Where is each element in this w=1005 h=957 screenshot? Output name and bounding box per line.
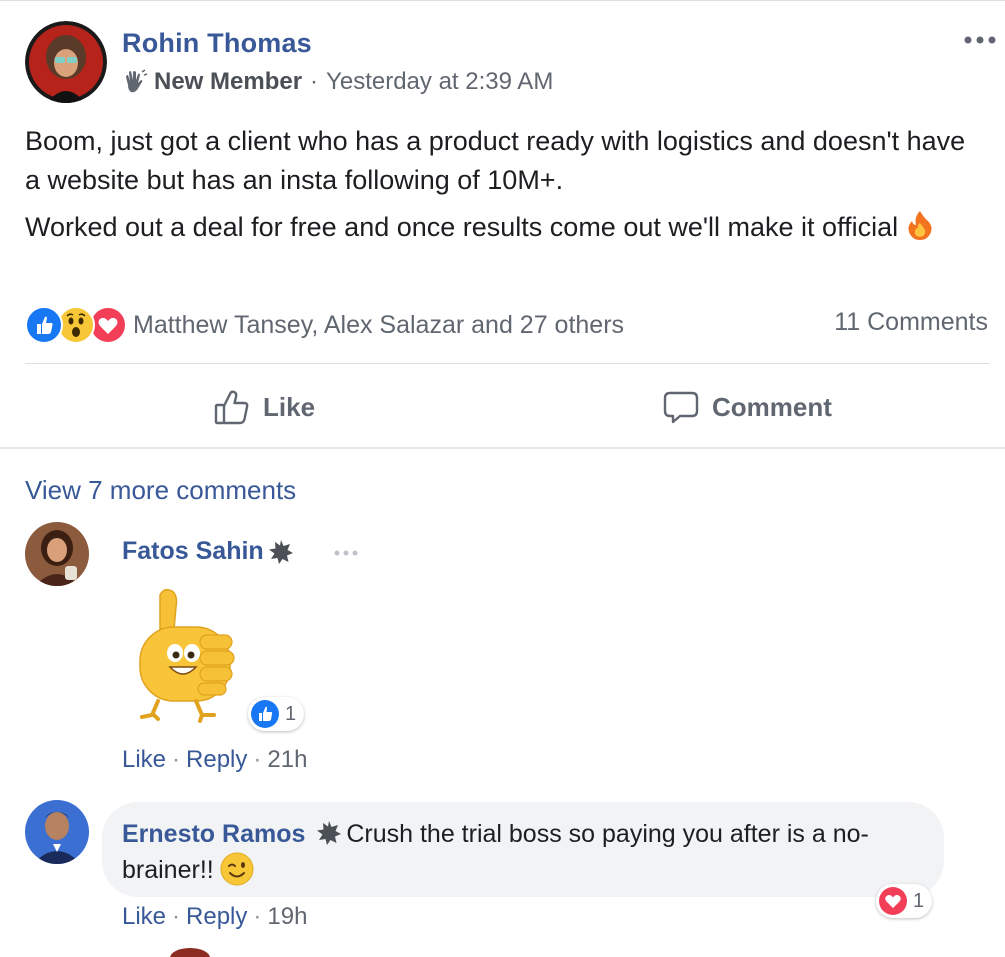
- comment-time[interactable]: 19h: [267, 903, 307, 930]
- action-separator: ·: [172, 903, 181, 930]
- speech-bubble-icon: [663, 391, 699, 424]
- comment-button[interactable]: Comment: [662, 384, 832, 430]
- post-meta: New Member · Yesterday at 2:39 AM: [122, 68, 553, 96]
- comment-actions: Like · Reply · 21h: [122, 746, 307, 774]
- comment-reply-link[interactable]: Reply: [186, 903, 247, 930]
- comment-reaction-count[interactable]: 1: [876, 884, 933, 918]
- love-reaction-icon: [879, 887, 907, 915]
- post-more-options-icon[interactable]: [962, 30, 998, 50]
- thumbs-up-outline-icon: [214, 390, 249, 425]
- winking-face-emoji-icon: [220, 852, 254, 886]
- comment-time[interactable]: 21h: [267, 746, 307, 773]
- waving-hand-icon: [122, 69, 148, 95]
- reaction-count-text: 1: [913, 889, 925, 912]
- comment-reply-link[interactable]: Reply: [186, 746, 247, 773]
- member-badge-label: New Member: [154, 68, 303, 95]
- comment-bubble: Ernesto Ramos Crush the trial boss so pa…: [102, 802, 944, 897]
- view-more-comments-link[interactable]: View 7 more comments: [25, 475, 296, 506]
- meta-separator: ·: [310, 68, 319, 95]
- comment-reaction-count[interactable]: 1: [248, 697, 305, 731]
- post-paragraph-2-text: Worked out a deal for free and once resu…: [25, 212, 899, 242]
- like-reaction-icon: [251, 700, 279, 728]
- post-paragraph-2: Worked out a deal for free and once resu…: [25, 208, 985, 247]
- like-button-label: Like: [263, 391, 316, 422]
- post-body: Boom, just got a client who has a produc…: [25, 122, 985, 255]
- comment-like-link[interactable]: Like: [122, 746, 166, 773]
- action-separator: ·: [253, 746, 262, 773]
- divider: [25, 363, 990, 364]
- action-separator: ·: [253, 903, 262, 930]
- comment-like-link[interactable]: Like: [122, 903, 166, 930]
- comments-count-link[interactable]: 11 Comments: [834, 308, 988, 337]
- post-author-name[interactable]: Rohin Thomas: [122, 28, 312, 59]
- commenter-avatar[interactable]: [25, 522, 89, 586]
- fire-emoji-icon: [904, 209, 936, 241]
- comment-actions: Like · Reply · 19h: [122, 903, 307, 931]
- section-divider: [0, 447, 1005, 449]
- post-timestamp[interactable]: Yesterday at 2:39 AM: [326, 68, 553, 96]
- thumbs-up-sticker: [130, 585, 240, 725]
- action-separator: ·: [172, 746, 181, 773]
- like-button[interactable]: Like: [213, 384, 315, 430]
- star-badge-icon: [316, 820, 342, 846]
- commenter-name-text[interactable]: Fatos Sahin: [122, 537, 264, 566]
- reaction-count-text: 1: [285, 702, 297, 725]
- commenter-avatar[interactable]: [25, 800, 89, 864]
- next-commenter-avatar[interactable]: [170, 948, 210, 957]
- star-badge-icon: [268, 539, 294, 565]
- commenter-name-text[interactable]: Ernesto Ramos: [122, 820, 305, 848]
- post-paragraph-1: Boom, just got a client who has a produc…: [25, 126, 966, 195]
- author-avatar[interactable]: [25, 21, 107, 103]
- commenter-name[interactable]: Fatos Sahin: [122, 537, 294, 566]
- comment-button-label: Comment: [712, 391, 832, 422]
- comment-more-options-icon[interactable]: [332, 546, 360, 560]
- reactions-summary[interactable]: Matthew Tansey, Alex Salazar and 27 othe…: [25, 305, 624, 345]
- top-border: [0, 0, 1005, 1]
- like-reaction-icon: [25, 306, 63, 344]
- reactions-names[interactable]: Matthew Tansey, Alex Salazar and 27 othe…: [133, 311, 624, 340]
